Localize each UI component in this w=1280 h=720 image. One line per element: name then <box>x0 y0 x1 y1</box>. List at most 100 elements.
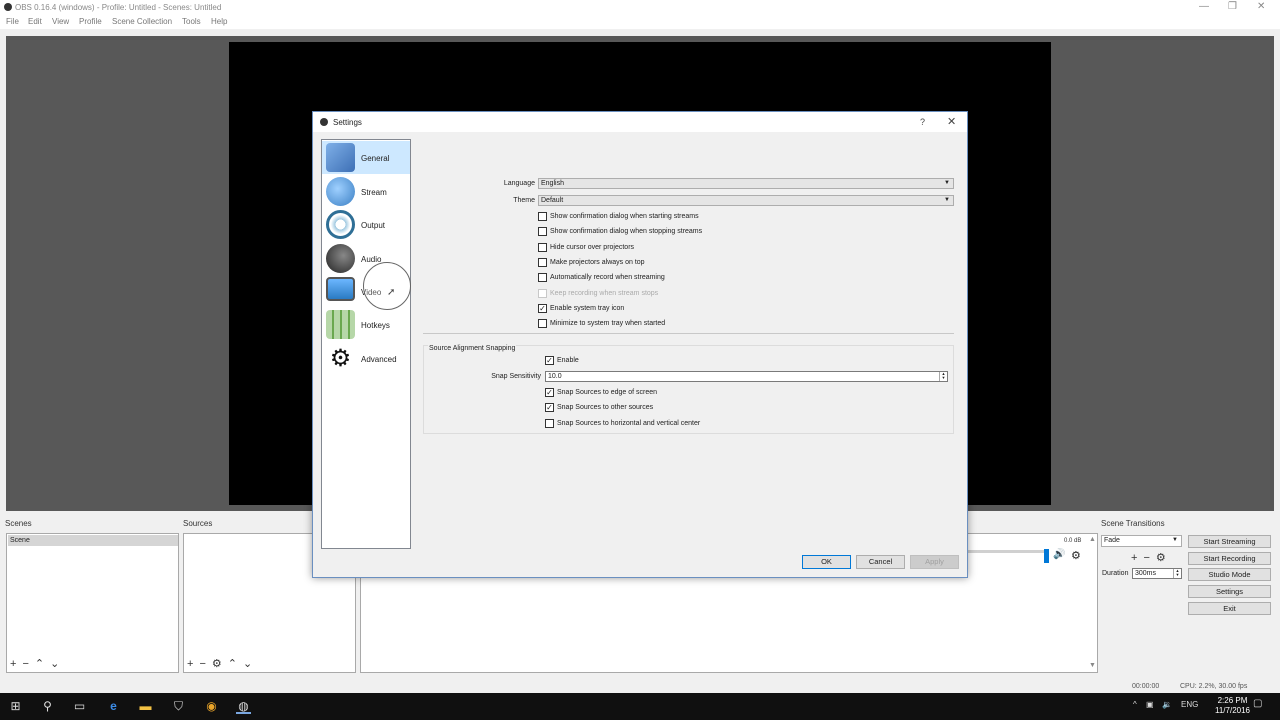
menu-bar: File Edit View Profile Scene Collection … <box>0 15 1280 29</box>
checkmark-icon[interactable]: ✓ <box>545 356 554 365</box>
checkbox-box[interactable] <box>538 258 547 267</box>
close-icon[interactable]: ✕ <box>1257 1 1265 12</box>
language-indicator[interactable]: ENG <box>1181 700 1198 709</box>
checkbox-label: Automatically record when streaming <box>550 274 665 281</box>
studio-mode-button[interactable]: Studio Mode <box>1188 568 1271 581</box>
transition-gear-icon[interactable]: ⚙ <box>1156 552 1166 564</box>
stream-globe-icon <box>326 177 355 206</box>
add-transition-icon[interactable]: + <box>1131 552 1137 564</box>
sidebar-item-general[interactable]: General <box>322 141 410 174</box>
cancel-button[interactable]: Cancel <box>856 555 905 569</box>
checkbox-box[interactable] <box>538 227 547 236</box>
windows-taskbar: ⊞ ⚲ ▭ e ▬ ⛉ ◉ ◍ ^ ▣ 🔉 ENG 2:26 PM 11/7/2… <box>0 693 1280 720</box>
move-up-icon[interactable]: ⌃ <box>228 658 237 670</box>
speaker-icon[interactable]: 🔊 <box>1053 549 1065 560</box>
sources-label: Sources <box>183 519 213 528</box>
chrome-icon[interactable]: ◉ <box>204 699 219 714</box>
volume-icon[interactable]: 🔉 <box>1162 700 1172 709</box>
window-title: OBS 0.16.4 (windows) - Profile: Untitled… <box>15 3 222 12</box>
help-icon[interactable]: ? <box>920 117 925 127</box>
tray-chevron-icon[interactable]: ^ <box>1133 700 1137 709</box>
general-icon <box>326 143 355 172</box>
snap-sensitivity-label: Snap Sensitivity <box>491 373 541 380</box>
checkmark-icon[interactable]: ✓ <box>545 403 554 412</box>
transition-select[interactable]: Fade ▼ <box>1101 535 1182 547</box>
menu-tools[interactable]: Tools <box>182 17 201 26</box>
menu-profile[interactable]: Profile <box>79 17 102 26</box>
move-down-icon[interactable]: ⌄ <box>50 658 59 670</box>
checkbox-box[interactable] <box>538 243 547 252</box>
spin-arrows-icon[interactable]: ▲ ▼ <box>1173 569 1181 578</box>
add-source-icon[interactable]: + <box>187 658 193 670</box>
obs-taskbar-icon[interactable]: ◍ <box>236 699 251 714</box>
sidebar-item-label: Advanced <box>361 355 397 364</box>
store-icon[interactable]: ⛉ <box>171 699 186 714</box>
move-up-icon[interactable]: ⌃ <box>35 658 44 670</box>
scroll-up-icon[interactable]: ▲ <box>1089 536 1096 543</box>
checkbox-label: Enable <box>557 357 579 364</box>
mouse-cursor-icon: ➚ <box>387 287 396 298</box>
settings-sidebar: General Stream Output Audio Video Hotkey… <box>321 139 411 549</box>
menu-help[interactable]: Help <box>211 17 227 26</box>
checkbox-label: Keep recording when stream stops <box>550 290 659 297</box>
menu-scene-collection[interactable]: Scene Collection <box>112 17 172 26</box>
checkbox-label: Make projectors always on top <box>550 259 645 266</box>
sidebar-item-hotkeys[interactable]: Hotkeys <box>322 308 410 341</box>
volume-slider-track[interactable] <box>967 550 1047 553</box>
checkmark-icon[interactable]: ✓ <box>538 304 547 313</box>
edge-browser-icon[interactable]: e <box>106 699 121 714</box>
start-recording-button[interactable]: Start Recording <box>1188 552 1271 565</box>
clock-date: 11/7/2016 <box>1215 706 1250 715</box>
sidebar-item-output[interactable]: Output <box>322 208 410 241</box>
exit-button[interactable]: Exit <box>1188 602 1271 615</box>
taskbar-clock[interactable]: 2:26 PM 11/7/2016 <box>1215 696 1250 716</box>
remove-source-icon[interactable]: − <box>199 658 205 670</box>
file-explorer-icon[interactable]: ▬ <box>138 699 153 714</box>
sidebar-item-label: Stream <box>361 188 387 197</box>
minimize-icon[interactable]: — <box>1199 1 1209 12</box>
menu-file[interactable]: File <box>6 17 19 26</box>
status-time: 00:00:00 <box>1132 683 1160 690</box>
checkbox-box[interactable] <box>545 419 554 428</box>
checkbox-box[interactable] <box>538 212 547 221</box>
transitions-toolbar: + − ⚙ <box>1131 551 1172 564</box>
sidebar-item-stream[interactable]: Stream <box>322 175 410 208</box>
duration-spinbox[interactable]: 300ms ▲ ▼ <box>1132 568 1182 579</box>
duration-value: 300ms <box>1135 570 1157 577</box>
add-scene-icon[interactable]: + <box>10 658 16 670</box>
spin-arrows-icon[interactable]: ▲ ▼ <box>939 372 947 381</box>
checkbox-box <box>538 289 547 298</box>
restore-icon[interactable]: ❐ <box>1228 1 1237 12</box>
menu-edit[interactable]: Edit <box>28 17 42 26</box>
start-streaming-button[interactable]: Start Streaming <box>1188 535 1271 548</box>
menu-view[interactable]: View <box>52 17 69 26</box>
network-icon[interactable]: ▣ <box>1146 700 1154 709</box>
remove-transition-icon[interactable]: − <box>1143 552 1149 564</box>
settings-button[interactable]: Settings <box>1188 585 1271 598</box>
sidebar-item-label: Hotkeys <box>361 321 390 330</box>
move-down-icon[interactable]: ⌄ <box>243 658 252 670</box>
ok-button[interactable]: OK <box>802 555 851 569</box>
settings-titlebar: Settings ? ✕ <box>313 112 967 132</box>
mixer-db-readout: 0.0 dB <box>1064 538 1082 544</box>
checkbox-label: Snap Sources to edge of screen <box>557 389 658 396</box>
volume-slider-handle[interactable] <box>1044 549 1049 563</box>
close-icon[interactable]: ✕ <box>947 115 956 128</box>
task-view-icon[interactable]: ▭ <box>72 699 87 714</box>
language-select[interactable]: English ▼ <box>538 178 954 189</box>
source-properties-gear-icon[interactable]: ⚙ <box>212 658 222 670</box>
sidebar-item-advanced[interactable]: ⚙ Advanced <box>322 342 410 375</box>
scene-item[interactable]: Scene <box>8 535 178 546</box>
scenes-list[interactable]: Scene <box>6 533 179 673</box>
windows-start-icon[interactable]: ⊞ <box>8 699 23 714</box>
mixer-gear-icon[interactable]: ⚙ <box>1071 549 1081 562</box>
checkbox-box[interactable] <box>538 273 547 282</box>
action-center-icon[interactable]: ▢ <box>1253 698 1262 709</box>
snap-sensitivity-spinbox[interactable]: 10.0 ▲ ▼ <box>545 371 948 382</box>
checkbox-box[interactable] <box>538 319 547 328</box>
checkmark-icon[interactable]: ✓ <box>545 388 554 397</box>
theme-select[interactable]: Default ▼ <box>538 195 954 206</box>
remove-scene-icon[interactable]: − <box>22 658 28 670</box>
scroll-down-icon[interactable]: ▼ <box>1089 662 1096 669</box>
search-icon[interactable]: ⚲ <box>40 699 55 714</box>
